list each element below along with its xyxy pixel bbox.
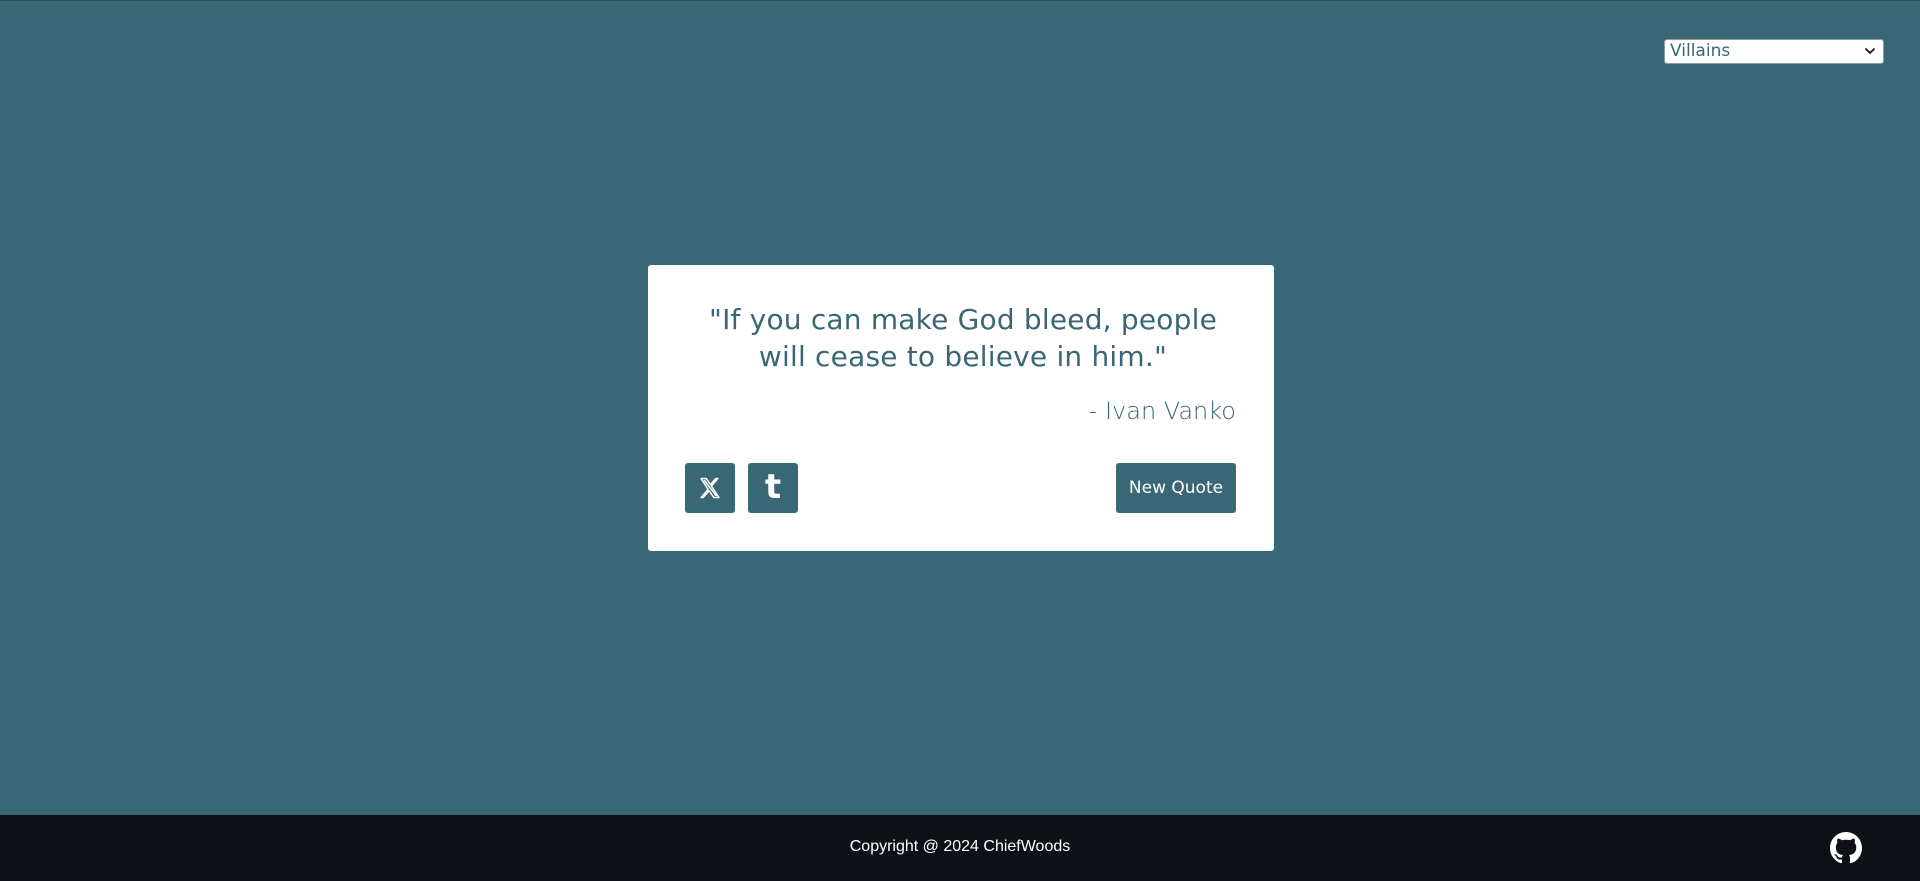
quote-text: "If you can make God bleed, people will …	[708, 303, 1217, 373]
footer: Copyright @ 2024 ChiefWoods	[0, 815, 1920, 881]
tweet-quote-button[interactable]	[685, 463, 735, 513]
chevron-down-icon	[1865, 48, 1875, 54]
quote-author: - Ivan Vanko	[1088, 397, 1236, 425]
new-quote-button[interactable]: New Quote	[1116, 463, 1236, 513]
top-border	[0, 0, 1920, 1]
x-twitter-icon	[700, 477, 720, 499]
quote-box: "If you can make God bleed, people will …	[648, 265, 1274, 551]
tumblr-icon: t	[764, 467, 782, 507]
category-select-value: Villains	[1670, 41, 1731, 61]
github-icon[interactable]	[1830, 832, 1862, 864]
tumblr-quote-button[interactable]: t	[748, 463, 798, 513]
new-quote-label: New Quote	[1128, 478, 1224, 498]
category-select[interactable]: Villains	[1664, 39, 1884, 64]
copyright-text: Copyright @ 2024 ChiefWoods	[849, 838, 1071, 855]
